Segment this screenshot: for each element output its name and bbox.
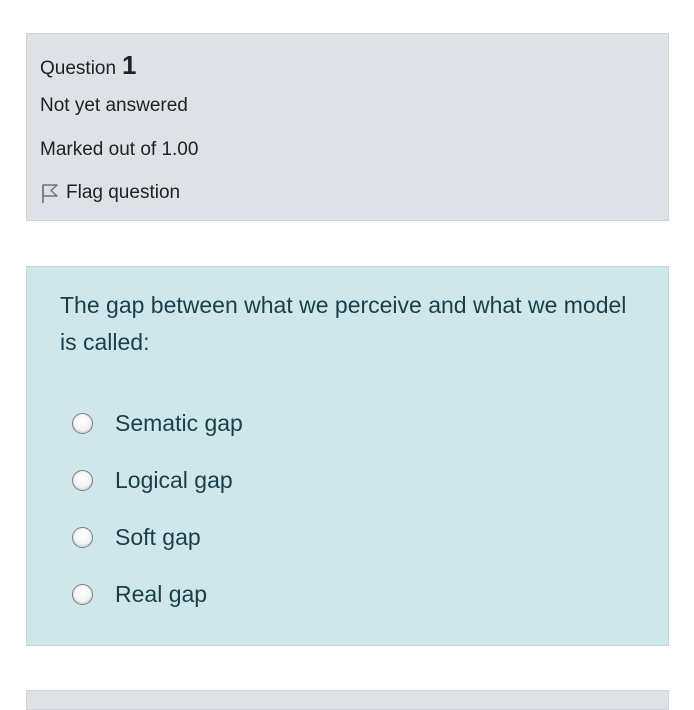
next-question-panel [26, 690, 669, 710]
answer-label: Logical gap [115, 467, 233, 493]
question-grade: Marked out of 1.00 [40, 139, 199, 160]
question-info-panel: Question 1 Not yet answered Marked out o… [26, 33, 669, 221]
question-heading: Question 1 [40, 50, 137, 81]
answer-label: Real gap [115, 581, 208, 607]
question-content-panel: The gap between what we perceive and wha… [26, 266, 669, 646]
answer-option[interactable]: Soft gap [72, 509, 243, 566]
question-number: 1 [122, 50, 137, 80]
question-state: Not yet answered [40, 95, 188, 116]
answer-option[interactable]: Real gap [72, 566, 243, 623]
answer-label: Sematic gap [115, 410, 243, 436]
question-label: Question [40, 58, 117, 79]
answer-option[interactable]: Logical gap [72, 452, 243, 509]
question-text: The gap between what we perceive and wha… [60, 292, 627, 355]
answer-option[interactable]: Sematic gap [72, 395, 243, 452]
radio-button[interactable] [72, 470, 93, 491]
flag-icon [40, 182, 60, 204]
answer-list: Sematic gap Logical gap Soft gap Real ga… [72, 395, 243, 623]
flag-question-button[interactable]: Flag question [40, 182, 180, 204]
flag-question-label: Flag question [66, 182, 181, 203]
answer-label: Soft gap [115, 524, 201, 550]
radio-button[interactable] [72, 413, 93, 434]
radio-button[interactable] [72, 584, 93, 605]
radio-button[interactable] [72, 527, 93, 548]
